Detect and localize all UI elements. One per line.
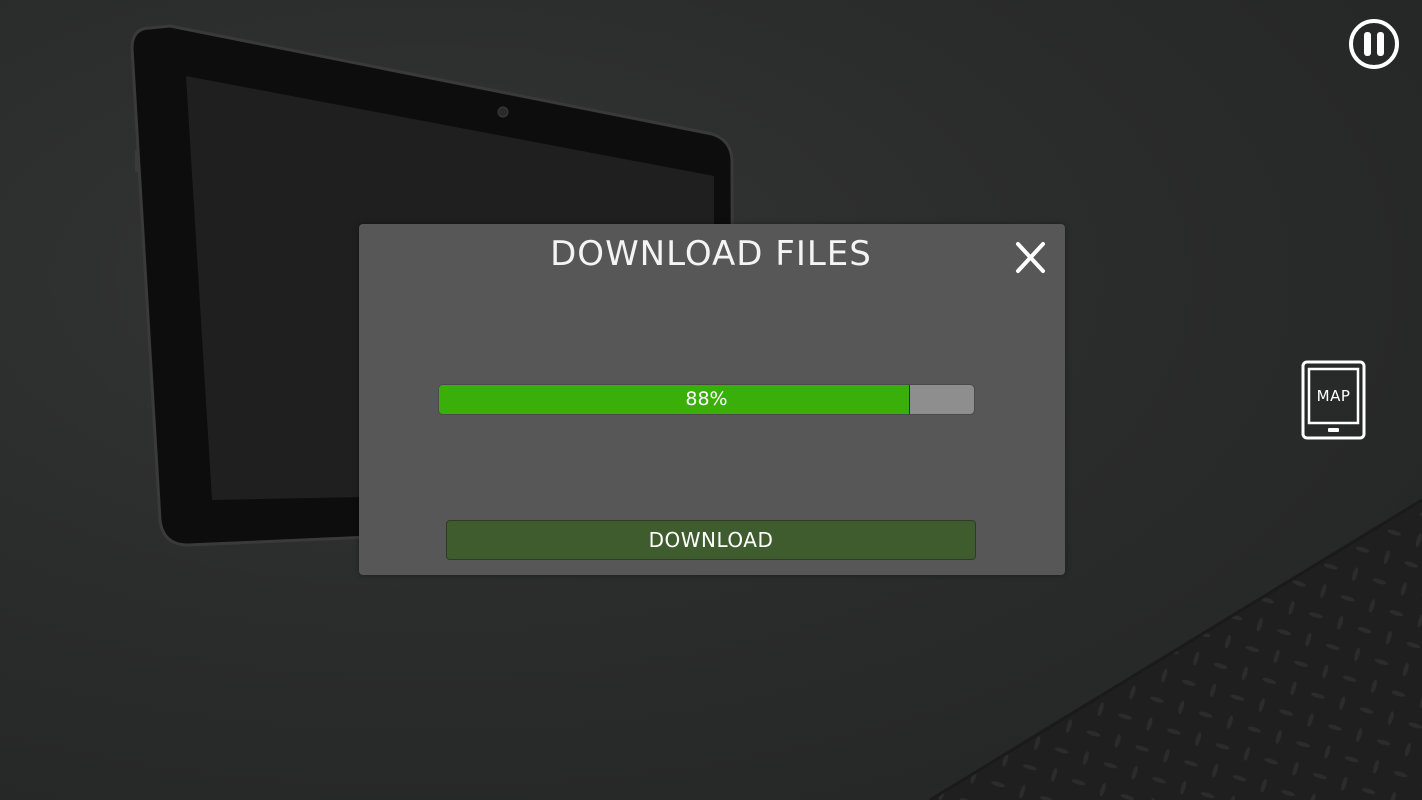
- map-button[interactable]: MAP: [1301, 360, 1366, 440]
- pause-button[interactable]: [1348, 18, 1400, 70]
- game-scene: MAP DOWNLOAD FILES 88% DOWNLOAD: [0, 0, 1422, 800]
- progress-percent-label: 88%: [685, 388, 728, 410]
- close-icon: [1016, 242, 1045, 273]
- dialog-title: DOWNLOAD FILES: [550, 234, 872, 274]
- close-button[interactable]: [1010, 238, 1050, 278]
- download-button[interactable]: DOWNLOAD: [446, 520, 976, 560]
- map-label: MAP: [1316, 387, 1351, 405]
- pause-icon: [1349, 19, 1399, 69]
